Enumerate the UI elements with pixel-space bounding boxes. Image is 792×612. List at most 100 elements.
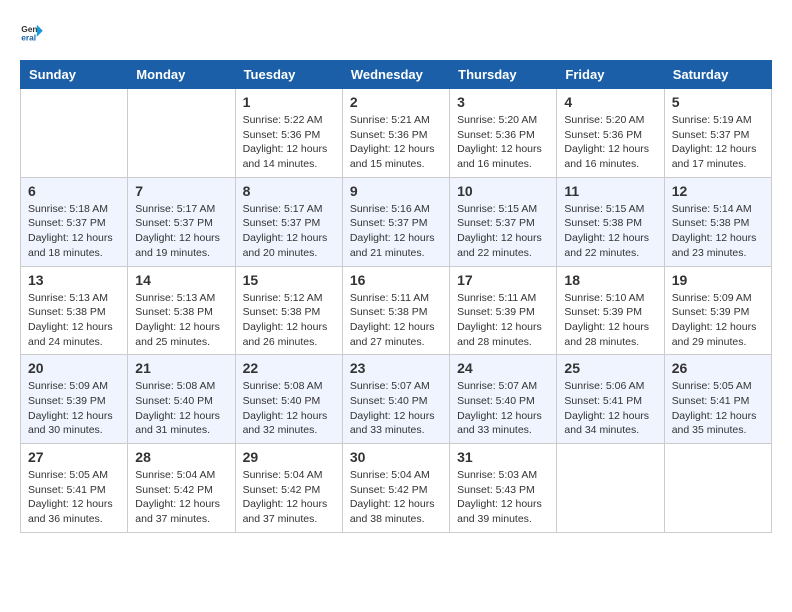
day-info: Sunrise: 5:13 AMSunset: 5:38 PMDaylight:… xyxy=(135,291,227,350)
day-number: 16 xyxy=(350,272,442,288)
day-info: Sunrise: 5:04 AMSunset: 5:42 PMDaylight:… xyxy=(135,468,227,527)
day-info: Sunrise: 5:14 AMSunset: 5:38 PMDaylight:… xyxy=(672,202,764,261)
day-number: 11 xyxy=(564,183,656,199)
day-number: 21 xyxy=(135,360,227,376)
day-number: 6 xyxy=(28,183,120,199)
calendar-cell: 3 Sunrise: 5:20 AMSunset: 5:36 PMDaylight… xyxy=(450,89,557,178)
day-info: Sunrise: 5:17 AMSunset: 5:37 PMDaylight:… xyxy=(135,202,227,261)
day-number: 20 xyxy=(28,360,120,376)
calendar-cell: 29 Sunrise: 5:04 AMSunset: 5:42 PMDayligh… xyxy=(235,444,342,533)
page-header: Gen eral xyxy=(20,20,772,44)
day-number: 8 xyxy=(243,183,335,199)
calendar-cell: 2 Sunrise: 5:21 AMSunset: 5:36 PMDaylight… xyxy=(342,89,449,178)
day-info: Sunrise: 5:08 AMSunset: 5:40 PMDaylight:… xyxy=(243,379,335,438)
week-row-2: 6 Sunrise: 5:18 AMSunset: 5:37 PMDaylight… xyxy=(21,177,772,266)
calendar-cell: 5 Sunrise: 5:19 AMSunset: 5:37 PMDaylight… xyxy=(664,89,771,178)
week-row-3: 13Sunrise: 5:13 AMSunset: 5:38 PMDayligh… xyxy=(21,266,772,355)
header-day-sunday: Sunday xyxy=(21,61,128,89)
calendar-cell: 22 Sunrise: 5:08 AMSunset: 5:40 PMDayligh… xyxy=(235,355,342,444)
day-info: Sunrise: 5:18 AMSunset: 5:37 PMDaylight:… xyxy=(28,202,120,261)
week-row-4: 20 Sunrise: 5:09 AMSunset: 5:39 PMDayligh… xyxy=(21,355,772,444)
day-info: Sunrise: 5:12 AMSunset: 5:38 PMDaylight:… xyxy=(243,291,335,350)
day-number: 3 xyxy=(457,94,549,110)
calendar-cell: 18 Sunrise: 5:10 AMSunset: 5:39 PMDayligh… xyxy=(557,266,664,355)
day-info: Sunrise: 5:20 AMSunset: 5:36 PMDaylight:… xyxy=(564,113,656,172)
calendar-cell: 9Sunrise: 5:16 AMSunset: 5:37 PMDaylight… xyxy=(342,177,449,266)
calendar-cell: 23Sunrise: 5:07 AMSunset: 5:40 PMDayligh… xyxy=(342,355,449,444)
header-day-thursday: Thursday xyxy=(450,61,557,89)
calendar-cell: 30 Sunrise: 5:04 AMSunset: 5:42 PMDayligh… xyxy=(342,444,449,533)
day-number: 4 xyxy=(564,94,656,110)
header-day-friday: Friday xyxy=(557,61,664,89)
day-info: Sunrise: 5:06 AMSunset: 5:41 PMDaylight:… xyxy=(564,379,656,438)
day-number: 19 xyxy=(672,272,764,288)
day-info: Sunrise: 5:05 AMSunset: 5:41 PMDaylight:… xyxy=(672,379,764,438)
calendar-cell: 26 Sunrise: 5:05 AMSunset: 5:41 PMDayligh… xyxy=(664,355,771,444)
day-info: Sunrise: 5:09 AMSunset: 5:39 PMDaylight:… xyxy=(28,379,120,438)
day-info: Sunrise: 5:17 AMSunset: 5:37 PMDaylight:… xyxy=(243,202,335,261)
svg-text:eral: eral xyxy=(21,32,36,42)
day-info: Sunrise: 5:15 AMSunset: 5:38 PMDaylight:… xyxy=(564,202,656,261)
calendar-cell: 16 Sunrise: 5:11 AMSunset: 5:38 PMDayligh… xyxy=(342,266,449,355)
week-row-5: 27 Sunrise: 5:05 AMSunset: 5:41 PMDayligh… xyxy=(21,444,772,533)
calendar-cell: 20 Sunrise: 5:09 AMSunset: 5:39 PMDayligh… xyxy=(21,355,128,444)
calendar-cell: 7Sunrise: 5:17 AMSunset: 5:37 PMDaylight… xyxy=(128,177,235,266)
day-number: 18 xyxy=(564,272,656,288)
day-number: 29 xyxy=(243,449,335,465)
day-info: Sunrise: 5:15 AMSunset: 5:37 PMDaylight:… xyxy=(457,202,549,261)
calendar-cell: 1 Sunrise: 5:22 AMSunset: 5:36 PMDaylight… xyxy=(235,89,342,178)
header-day-saturday: Saturday xyxy=(664,61,771,89)
day-number: 22 xyxy=(243,360,335,376)
day-number: 17 xyxy=(457,272,549,288)
calendar-cell xyxy=(128,89,235,178)
day-number: 15 xyxy=(243,272,335,288)
day-number: 14 xyxy=(135,272,227,288)
header-day-tuesday: Tuesday xyxy=(235,61,342,89)
day-info: Sunrise: 5:04 AMSunset: 5:42 PMDaylight:… xyxy=(243,468,335,527)
calendar-cell: 4 Sunrise: 5:20 AMSunset: 5:36 PMDaylight… xyxy=(557,89,664,178)
calendar-cell: 17 Sunrise: 5:11 AMSunset: 5:39 PMDayligh… xyxy=(450,266,557,355)
week-row-1: 1 Sunrise: 5:22 AMSunset: 5:36 PMDaylight… xyxy=(21,89,772,178)
day-number: 12 xyxy=(672,183,764,199)
day-number: 2 xyxy=(350,94,442,110)
day-info: Sunrise: 5:11 AMSunset: 5:38 PMDaylight:… xyxy=(350,291,442,350)
day-info: Sunrise: 5:07 AMSunset: 5:40 PMDaylight:… xyxy=(350,379,442,438)
calendar-cell: 27 Sunrise: 5:05 AMSunset: 5:41 PMDayligh… xyxy=(21,444,128,533)
day-number: 10 xyxy=(457,183,549,199)
calendar-cell: 6 Sunrise: 5:18 AMSunset: 5:37 PMDaylight… xyxy=(21,177,128,266)
day-info: Sunrise: 5:08 AMSunset: 5:40 PMDaylight:… xyxy=(135,379,227,438)
calendar-cell xyxy=(664,444,771,533)
logo-icon: Gen eral xyxy=(20,20,44,44)
day-number: 26 xyxy=(672,360,764,376)
logo: Gen eral xyxy=(20,20,48,44)
day-info: Sunrise: 5:11 AMSunset: 5:39 PMDaylight:… xyxy=(457,291,549,350)
day-number: 5 xyxy=(672,94,764,110)
day-number: 30 xyxy=(350,449,442,465)
calendar-cell: 8 Sunrise: 5:17 AMSunset: 5:37 PMDaylight… xyxy=(235,177,342,266)
day-number: 27 xyxy=(28,449,120,465)
day-info: Sunrise: 5:21 AMSunset: 5:36 PMDaylight:… xyxy=(350,113,442,172)
calendar-cell: 13Sunrise: 5:13 AMSunset: 5:38 PMDayligh… xyxy=(21,266,128,355)
day-info: Sunrise: 5:10 AMSunset: 5:39 PMDaylight:… xyxy=(564,291,656,350)
header-day-wednesday: Wednesday xyxy=(342,61,449,89)
day-info: Sunrise: 5:13 AMSunset: 5:38 PMDaylight:… xyxy=(28,291,120,350)
calendar-cell xyxy=(557,444,664,533)
day-info: Sunrise: 5:19 AMSunset: 5:37 PMDaylight:… xyxy=(672,113,764,172)
calendar-cell: 11 Sunrise: 5:15 AMSunset: 5:38 PMDayligh… xyxy=(557,177,664,266)
calendar-cell: 14 Sunrise: 5:13 AMSunset: 5:38 PMDayligh… xyxy=(128,266,235,355)
day-number: 31 xyxy=(457,449,549,465)
calendar-table: SundayMondayTuesdayWednesdayThursdayFrid… xyxy=(20,60,772,533)
calendar-cell: 10 Sunrise: 5:15 AMSunset: 5:37 PMDayligh… xyxy=(450,177,557,266)
day-info: Sunrise: 5:20 AMSunset: 5:36 PMDaylight:… xyxy=(457,113,549,172)
day-number: 28 xyxy=(135,449,227,465)
calendar-cell: 28 Sunrise: 5:04 AMSunset: 5:42 PMDayligh… xyxy=(128,444,235,533)
day-info: Sunrise: 5:05 AMSunset: 5:41 PMDaylight:… xyxy=(28,468,120,527)
calendar-cell xyxy=(21,89,128,178)
day-info: Sunrise: 5:04 AMSunset: 5:42 PMDaylight:… xyxy=(350,468,442,527)
day-number: 9 xyxy=(350,183,442,199)
calendar-cell: 25Sunrise: 5:06 AMSunset: 5:41 PMDayligh… xyxy=(557,355,664,444)
day-info: Sunrise: 5:22 AMSunset: 5:36 PMDaylight:… xyxy=(243,113,335,172)
calendar-cell: 12 Sunrise: 5:14 AMSunset: 5:38 PMDayligh… xyxy=(664,177,771,266)
calendar-cell: 24Sunrise: 5:07 AMSunset: 5:40 PMDayligh… xyxy=(450,355,557,444)
day-number: 1 xyxy=(243,94,335,110)
